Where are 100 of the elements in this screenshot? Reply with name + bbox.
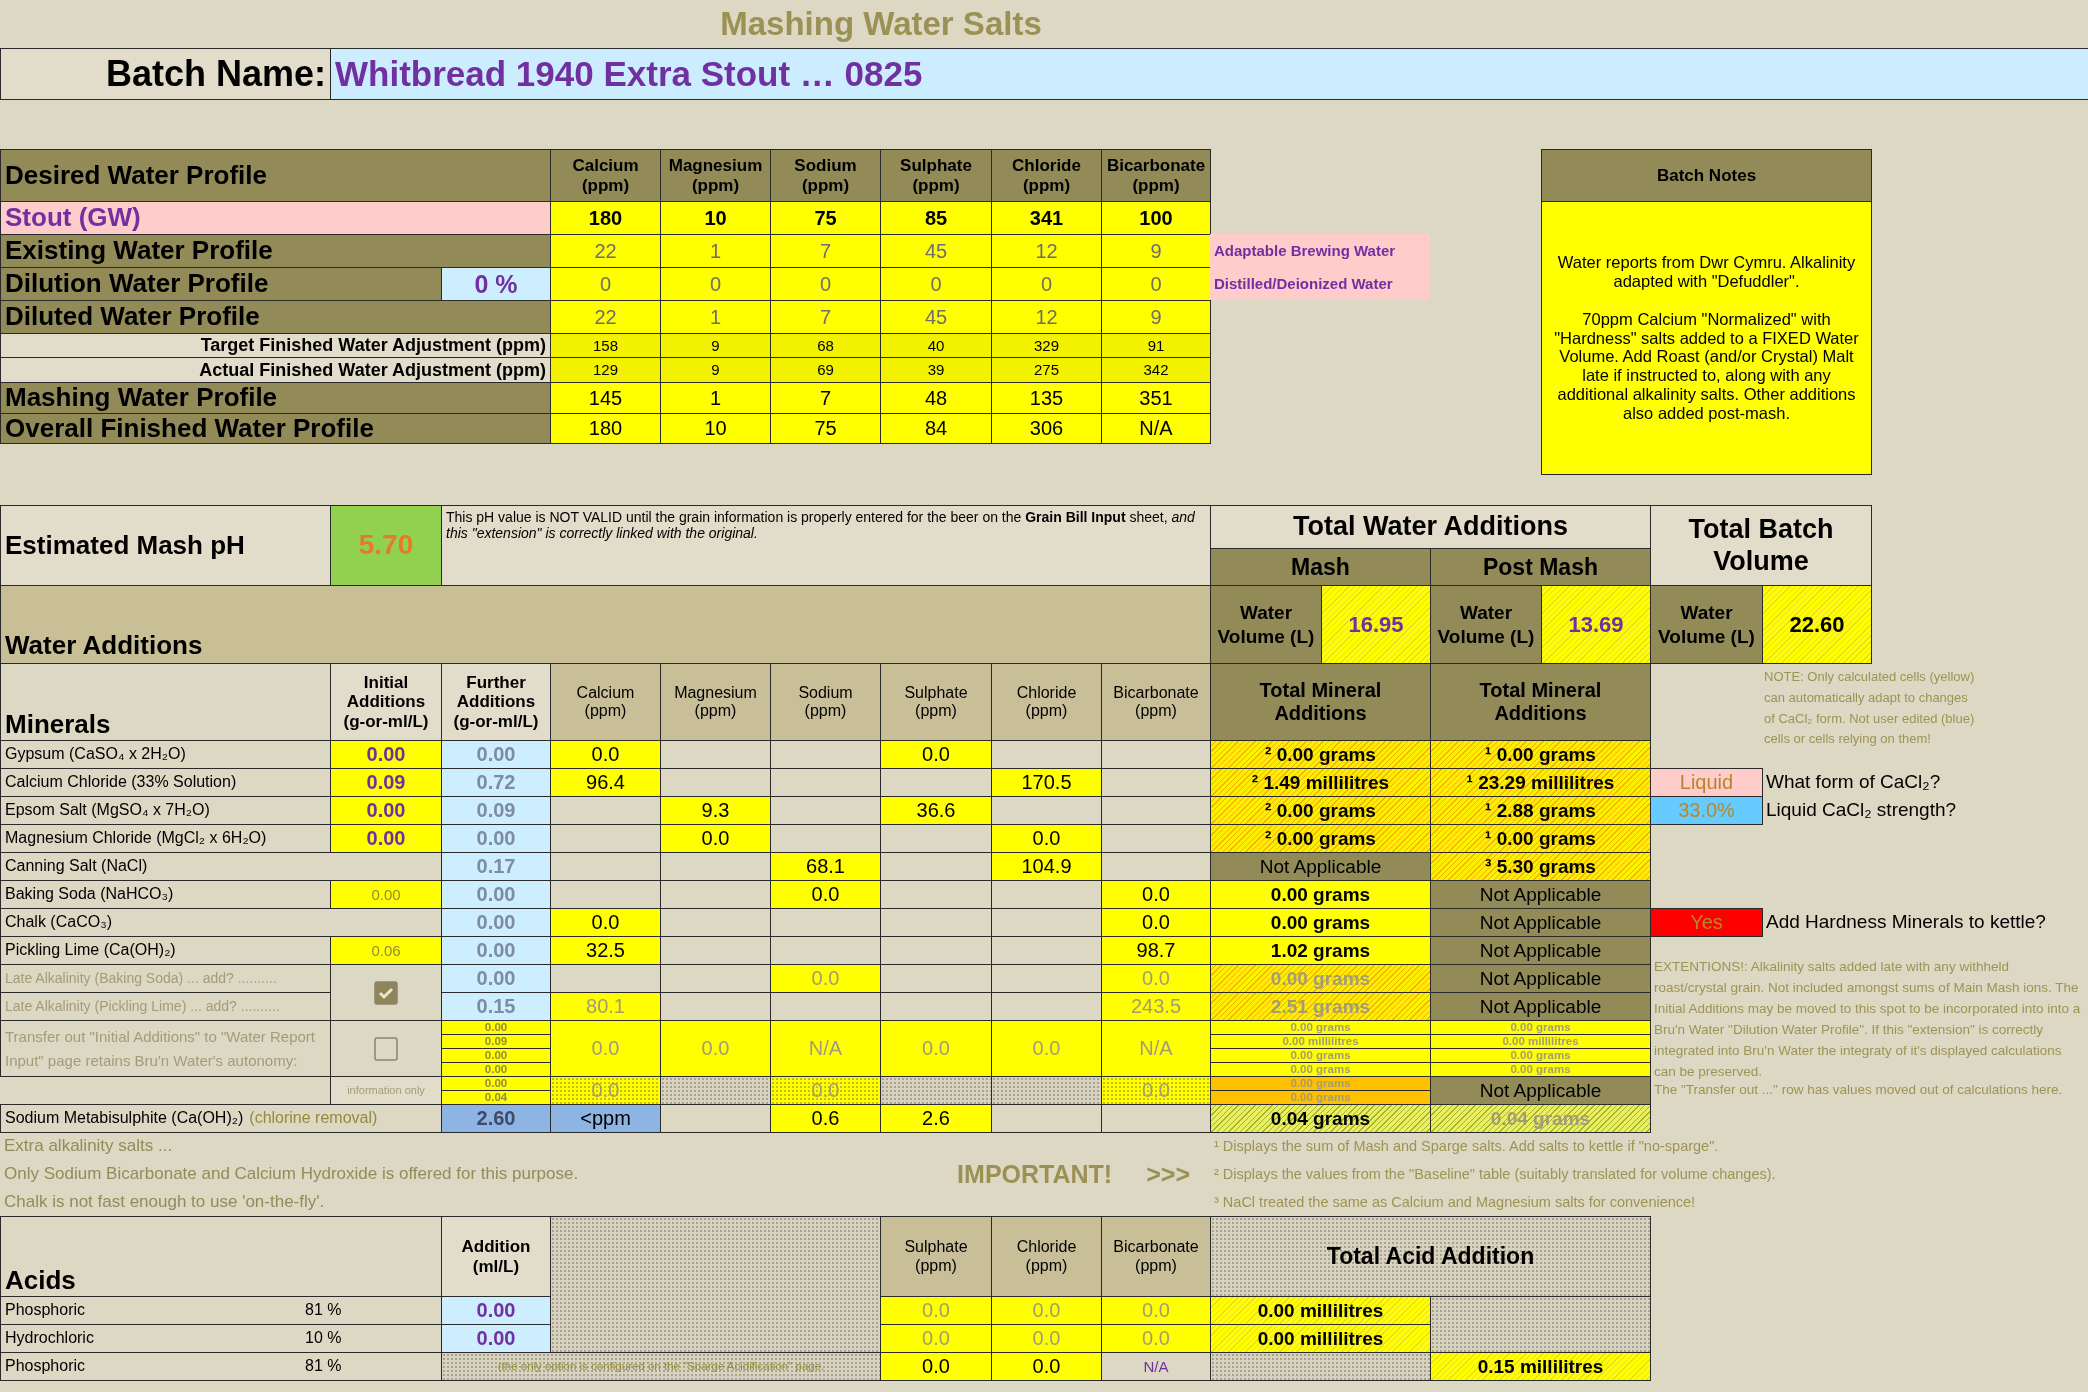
row-label: Phosphoric	[5, 1357, 87, 1376]
column-header: Sulphate (ppm)	[880, 663, 992, 741]
input-field[interactable]: 0.00	[441, 824, 551, 853]
table-cell: 0.0	[550, 1076, 661, 1105]
total-cell: 2.51 grams	[1210, 992, 1431, 1021]
table-cell: 9	[660, 357, 771, 383]
row-label: information only	[330, 1076, 442, 1105]
table-cell: 80.1	[550, 992, 661, 1021]
input-field[interactable]: 0.09	[441, 796, 551, 825]
input-field[interactable]: 0.00	[441, 908, 551, 937]
input-field[interactable]: 0.72	[441, 768, 551, 797]
input-field[interactable]: 0.17	[441, 852, 551, 881]
table-cell: 0.0	[1101, 908, 1211, 937]
field-label: Batch Name:	[0, 48, 331, 100]
table-cell: 75	[770, 413, 881, 444]
table-cell: 7	[770, 382, 881, 414]
table-cell: 0	[1101, 267, 1211, 301]
input-field[interactable]: 0.00	[441, 740, 551, 769]
checkbox[interactable]	[374, 1036, 398, 1061]
footnote: ³ NaCl treated the same as Calcium and Magnesium salts for convenience!	[1213, 1192, 1697, 1212]
table-cell: 145	[550, 382, 661, 414]
table-cell: 2.6	[880, 1104, 992, 1133]
table-cell: 180	[550, 201, 661, 235]
table-cell: 1	[660, 234, 771, 268]
table-cell: 40	[880, 333, 992, 358]
table-cell: 1	[660, 382, 771, 414]
input-field[interactable]: 0.00	[441, 1324, 551, 1353]
table-cell: 7	[770, 234, 881, 268]
setting-label: Add Hardness Minerals to kettle?	[1765, 910, 2047, 935]
table-cell: 7	[770, 300, 881, 334]
batch-name-field[interactable]: Whitbread 1940 Extra Stout … 0825	[330, 48, 2088, 100]
input-field[interactable]: 0.00	[441, 964, 551, 993]
section-heading: Acids	[0, 1216, 442, 1297]
table-cell: 0.0	[1101, 1076, 1211, 1105]
row-label: Stout (GW)	[0, 201, 551, 235]
table-cell: 0.0	[550, 908, 661, 937]
table-cell: 9	[1101, 300, 1211, 334]
column-header: Magnesium (ppm)	[660, 663, 771, 741]
field-label: Water Volume (L)	[1430, 585, 1542, 664]
table-cell: 98.7	[1101, 936, 1211, 965]
table-cell: 45	[880, 300, 992, 334]
table-cell: 0.09	[330, 768, 442, 797]
column-header: Sulphate (ppm)	[880, 149, 992, 202]
table-cell: 0.0	[770, 880, 881, 909]
setting-field[interactable]: 33.0%	[1650, 796, 1763, 825]
table-cell: 275	[991, 357, 1102, 383]
column-header: Bicarbonate (ppm)	[1101, 1216, 1211, 1297]
column-header: Addition (ml/L)	[441, 1216, 551, 1297]
table-cell: 243.5	[1101, 992, 1211, 1021]
table-cell: 135	[991, 382, 1102, 414]
footnote: ² Displays the values from the "Baseline" table (suitably translated for volume changes).	[1213, 1164, 1777, 1184]
table-cell: N/A	[770, 1020, 881, 1077]
table-cell: 0.0	[660, 1020, 771, 1077]
table-cell: 0.0	[1101, 1296, 1211, 1325]
row-label: Phosphoric	[5, 1301, 87, 1320]
table-cell: 0.0	[550, 740, 661, 769]
total-cell: ² 0.00 grams	[1210, 740, 1431, 769]
table-cell: 0.0	[550, 1020, 661, 1077]
table-cell: 341	[991, 201, 1102, 235]
table-cell: 91	[1101, 333, 1211, 358]
column-header: Magnesium (ppm)	[660, 149, 771, 202]
table-cell: 9	[1101, 234, 1211, 268]
table-cell: 96.4	[550, 768, 661, 797]
table-cell: 0.0	[991, 1020, 1102, 1077]
input-field[interactable]: 0.00	[441, 936, 551, 965]
total-cell: ³ 5.30 grams	[1430, 852, 1651, 881]
table-cell: 329	[991, 333, 1102, 358]
row-label: Dilution Water Profile	[0, 267, 442, 301]
input-field[interactable]: 0.00	[441, 880, 551, 909]
setting-field[interactable]: Liquid	[1650, 768, 1763, 797]
input-field[interactable]: 0.15	[441, 992, 551, 1021]
table-cell: 75	[770, 201, 881, 235]
table-cell: 0.06	[330, 936, 442, 965]
input-field[interactable]: 2.60	[441, 1104, 551, 1133]
total-cell: 0.15 millilitres	[1430, 1352, 1651, 1381]
column-header: Chloride (ppm)	[991, 663, 1102, 741]
table-cell: 32.5	[550, 936, 661, 965]
table-cell: 0.0	[880, 1296, 992, 1325]
row-label: Diluted Water Profile	[0, 300, 551, 334]
table-cell: 0	[880, 267, 992, 301]
table-cell: 39	[880, 357, 992, 383]
footnote: ¹ Displays the sum of Mash and Sparge salts. Add salts to kettle if "no-sparge".	[1213, 1136, 1720, 1156]
table-cell: 0.0	[991, 824, 1102, 853]
input-field[interactable]: 0.00	[441, 1296, 551, 1325]
total-cell: Not Applicable	[1430, 1076, 1651, 1105]
section-heading: Total Acid Addition	[1210, 1216, 1651, 1297]
dilution-field[interactable]: 0 %	[441, 267, 551, 301]
row-label: Existing Water Profile	[0, 234, 551, 268]
total-cell: ¹ 0.00 grams	[1430, 740, 1651, 769]
checkbox[interactable]	[374, 980, 398, 1005]
column-header: Sodium (ppm)	[770, 663, 881, 741]
table-cell: 0.0	[991, 1352, 1102, 1381]
column-header: Bicarbonate (ppm)	[1101, 149, 1211, 202]
table-cell: 69	[770, 357, 881, 383]
row-label: Sodium Metabisulphite (Ca(OH)₂)	[5, 1109, 244, 1128]
column-header: Further Additions (g-or-ml/L)	[441, 663, 551, 741]
row-label: Hydrochloric	[5, 1329, 95, 1348]
table-cell: 180	[550, 413, 661, 444]
table-cell: 68	[770, 333, 881, 358]
table-cell: 0.00	[330, 796, 442, 825]
